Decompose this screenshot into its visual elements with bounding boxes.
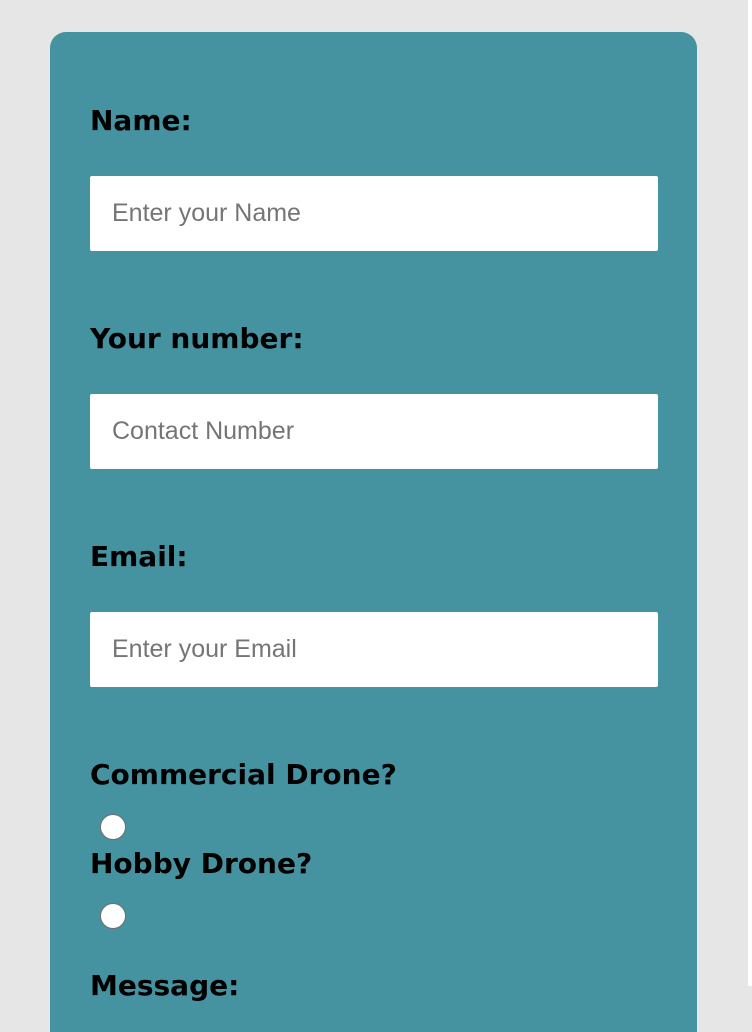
hobby-drone-radio[interactable]	[100, 903, 126, 929]
name-label: Name:	[90, 104, 192, 137]
commercial-drone-radio[interactable]	[100, 814, 126, 840]
email-input[interactable]	[90, 612, 658, 687]
contact-form: Name: Your number: Email: Commercial Dro…	[50, 32, 697, 1032]
email-label: Email:	[90, 540, 188, 573]
hobby-drone-label: Hobby Drone?	[90, 847, 313, 880]
number-label: Your number:	[90, 322, 304, 355]
commercial-drone-label: Commercial Drone?	[90, 758, 397, 791]
contact-number-input[interactable]	[90, 394, 658, 469]
page-right-edge	[748, 0, 752, 986]
name-input[interactable]	[90, 176, 658, 251]
